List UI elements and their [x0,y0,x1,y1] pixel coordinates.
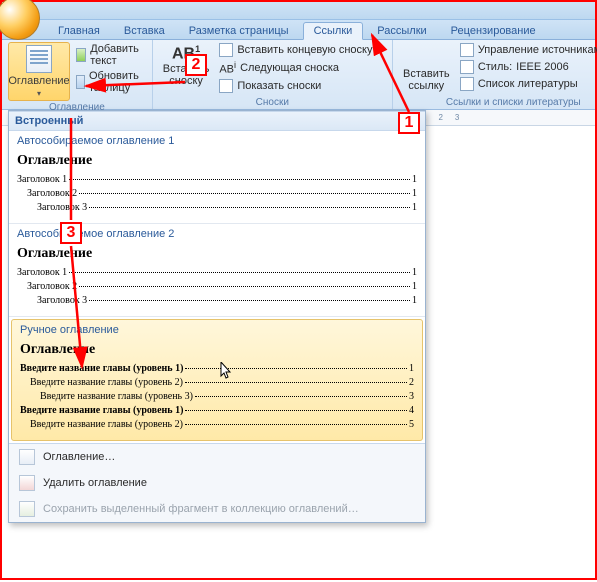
next-footnote-button[interactable]: ABi Следующая сноска [217,59,385,77]
group-footnote-label: Сноски [159,96,386,108]
toc-gallery-dropdown: Встроенный Автособираемое оглавление 1 О… [8,110,426,523]
ruler-mark: 2 [438,113,442,122]
save-icon [19,501,35,517]
add-text-label: Добавить текст [90,43,144,67]
ab-small-icon: ABi [219,60,236,76]
bibliography-button[interactable]: Список литературы [458,76,597,92]
insert-citation-label: Вставить ссылку [399,68,454,92]
toc-button[interactable]: Оглавление ▾ [8,42,70,101]
menu-save-selection: Сохранить выделенный фрагмент в коллекци… [9,496,425,522]
toc-heading: Оглавление [20,342,414,358]
callout-1: 1 [398,112,420,134]
manage-sources-button[interactable]: Управление источниками [458,42,597,58]
gallery-item-manual[interactable]: Ручное оглавление Оглавление Введите наз… [11,319,423,441]
tab-layout[interactable]: Разметка страницы [179,23,299,39]
gallery-item-title: Ручное оглавление [20,324,414,336]
chevron-down-icon: ▾ [37,89,41,98]
style-value: IEEE 2006 [516,61,569,73]
gallery-section-builtin: Встроенный [9,111,425,131]
tab-mailings[interactable]: Рассылки [367,23,436,39]
plus-icon [76,48,86,62]
gallery-item-auto1[interactable]: Автособираемое оглавление 1 Оглавление З… [9,131,425,224]
style-label: Стиль: [478,61,512,73]
menu-label: Оглавление… [43,451,115,463]
toc-line: Заголовок 21 [17,280,417,294]
style-icon [460,60,474,74]
callout-2: 2 [185,54,207,76]
toc-line: Введите название главы (уровень 2)2 [20,376,414,390]
delete-icon [19,475,35,491]
toc-line: Введите название главы (уровень 1)4 [20,404,414,418]
show-notes-icon [219,79,233,93]
insert-endnote-button[interactable]: Вставить концевую сноску [217,42,385,58]
toc-label: Оглавление [8,75,69,87]
toc-line: Заголовок 11 [17,173,417,187]
callout-3: 3 [60,222,82,244]
toc-line: Введите название главы (уровень 1)1 [20,362,414,376]
add-text-button[interactable]: Добавить текст [74,42,146,68]
endnote-icon [219,43,233,57]
menu-label: Удалить оглавление [43,477,147,489]
ribbon: Оглавление ▾ Добавить текст Обновить таб… [2,40,595,110]
ribbon-tabs: Главная Вставка Разметка страницы Ссылки… [2,20,595,40]
menu-custom-toc[interactable]: Оглавление… [9,444,425,470]
document-icon [26,45,52,73]
tab-references[interactable]: Ссылки [303,22,364,40]
refresh-icon [76,75,85,89]
biblio-icon [460,77,474,91]
next-footnote-label: Следующая сноска [240,62,339,74]
ruler-mark: 3 [455,113,459,122]
toc-line: Заголовок 21 [17,187,417,201]
tab-insert[interactable]: Вставка [114,23,175,39]
tab-review[interactable]: Рецензирование [441,23,546,39]
menu-remove-toc[interactable]: Удалить оглавление [9,470,425,496]
show-notes-button[interactable]: Показать сноски [217,78,385,94]
style-selector[interactable]: Стиль: IEEE 2006 [458,59,597,75]
gallery-footer: Оглавление… Удалить оглавление Сохранить… [9,443,425,522]
document-icon [19,449,35,465]
insert-citation-button[interactable]: Вставить ссылку [399,42,454,96]
group-citation-label: Ссылки и списки литературы [399,96,597,108]
gallery-item-title: Автособираемое оглавление 1 [17,135,417,147]
manage-sources-label: Управление источниками [478,44,597,56]
toc-line: Заголовок 11 [17,266,417,280]
manage-icon [460,43,474,57]
update-table-button[interactable]: Обновить таблицу [74,69,146,95]
insert-endnote-label: Вставить концевую сноску [237,44,372,56]
tab-home[interactable]: Главная [48,23,110,39]
menu-label: Сохранить выделенный фрагмент в коллекци… [43,503,359,515]
toc-heading: Оглавление [17,246,417,262]
book-icon [415,44,437,68]
toc-line: Заголовок 31 [17,201,417,215]
update-table-label: Обновить таблицу [89,70,144,94]
toc-line: Введите название главы (уровень 2)5 [20,418,414,432]
titlebar [2,2,595,20]
toc-heading: Оглавление [17,153,417,169]
toc-line: Введите название главы (уровень 3)3 [20,390,414,404]
toc-line: Заголовок 31 [17,294,417,308]
bibliography-label: Список литературы [478,78,578,90]
show-notes-label: Показать сноски [237,80,321,92]
